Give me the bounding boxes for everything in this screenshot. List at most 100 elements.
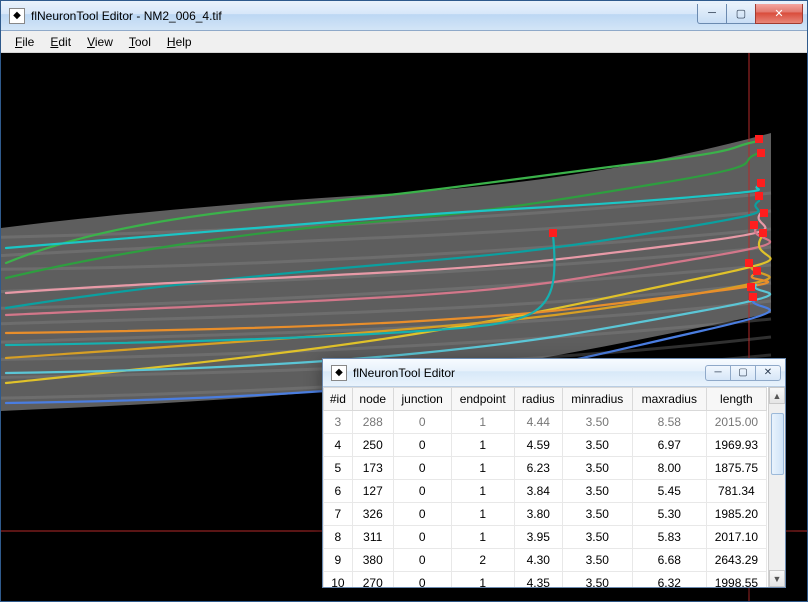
scroll-down-arrow[interactable]: ▼ [769,570,785,587]
table-cell: 270 [352,572,393,588]
table-cell: 8.58 [632,411,706,434]
main-titlebar[interactable]: ◆ flNeuronTool Editor - NM2_006_4.tif ─ … [1,1,807,31]
sub-window-title: flNeuronTool Editor [353,366,706,380]
table-row[interactable]: 6127013.843.505.45781.34 [324,480,767,503]
menubar: File Edit View Tool Help [1,31,807,53]
table-cell: 1 [451,572,514,588]
minimize-button[interactable]: ─ [697,4,727,24]
table-cell: 781.34 [706,480,766,503]
scroll-thumb[interactable] [771,413,784,475]
table-cell: 3.84 [514,480,562,503]
table-cell: 3.50 [562,572,632,588]
table-row[interactable]: 3288014.443.508.582015.00 [324,411,767,434]
column-header[interactable]: minradius [562,388,632,411]
table-cell: 380 [352,549,393,572]
table-cell: 0 [393,503,451,526]
table-cell: 1998.55 [706,572,766,588]
sub-minimize-button[interactable]: ─ [705,365,731,381]
table-cell: 2 [451,549,514,572]
column-header[interactable]: node [352,388,393,411]
table-cell: 5 [324,457,353,480]
table-cell: 1 [451,411,514,434]
menu-view[interactable]: View [79,33,121,51]
sub-close-button[interactable]: ✕ [755,365,781,381]
table-cell: 2643.29 [706,549,766,572]
table-cell: 326 [352,503,393,526]
table-cell: 4.44 [514,411,562,434]
column-header[interactable]: junction [393,388,451,411]
table-cell: 1 [451,457,514,480]
table-cell: 2017.10 [706,526,766,549]
table-cell: 1 [451,434,514,457]
table-cell: 5.45 [632,480,706,503]
table-row[interactable]: 8311013.953.505.832017.10 [324,526,767,549]
table-cell: 1 [451,526,514,549]
table-body: 3288014.443.508.582015.004250014.593.506… [324,411,767,588]
sub-titlebar[interactable]: ◆ flNeuronTool Editor ─ ▢ ✕ [323,359,785,387]
maximize-button[interactable]: ▢ [726,4,756,24]
menu-file[interactable]: File [7,33,42,51]
table-row[interactable]: 5173016.233.508.001875.75 [324,457,767,480]
table-cell: 0 [393,411,451,434]
close-button[interactable]: ✕ [755,4,803,24]
table-cell: 311 [352,526,393,549]
table-cell: 3.50 [562,480,632,503]
table-cell: 4.59 [514,434,562,457]
app-icon: ◆ [9,8,25,24]
neuron-table[interactable]: #idnodejunctionendpointradiusminradiusma… [323,387,767,587]
table-cell: 3.50 [562,549,632,572]
sub-maximize-button[interactable]: ▢ [730,365,756,381]
table-cell: 6 [324,480,353,503]
column-header[interactable]: length [706,388,766,411]
table-cell: 3.50 [562,526,632,549]
table-cell: 3 [324,411,353,434]
table-cell: 6.32 [632,572,706,588]
window-controls: ─ ▢ ✕ [698,4,803,24]
table-cell: 10 [324,572,353,588]
table-cell: 1985.20 [706,503,766,526]
vertical-scrollbar[interactable]: ▲ ▼ [768,387,785,587]
table-row[interactable]: 9380024.303.506.682643.29 [324,549,767,572]
table-header-row: #idnodejunctionendpointradiusminradiusma… [324,388,767,411]
table-cell: 0 [393,572,451,588]
table-cell: 4.30 [514,549,562,572]
scroll-up-arrow[interactable]: ▲ [769,387,785,404]
data-table-window[interactable]: ◆ flNeuronTool Editor ─ ▢ ✕ #idnodejunct… [322,358,786,588]
table-cell: 4.35 [514,572,562,588]
column-header[interactable]: radius [514,388,562,411]
table-cell: 0 [393,549,451,572]
menu-help[interactable]: Help [159,33,200,51]
table-cell: 9 [324,549,353,572]
table-cell: 3.50 [562,434,632,457]
table-row[interactable]: 7326013.803.505.301985.20 [324,503,767,526]
table-cell: 0 [393,526,451,549]
table-cell: 1969.93 [706,434,766,457]
app-icon: ◆ [331,365,347,381]
table-cell: 3.80 [514,503,562,526]
menu-edit[interactable]: Edit [42,33,79,51]
table-container: #idnodejunctionendpointradiusminradiusma… [323,387,785,587]
table-cell: 5.83 [632,526,706,549]
window-title: flNeuronTool Editor - NM2_006_4.tif [31,9,698,23]
table-cell: 173 [352,457,393,480]
table-row[interactable]: 10270014.353.506.321998.55 [324,572,767,588]
table-cell: 6.23 [514,457,562,480]
table-cell: 3.50 [562,503,632,526]
table-cell: 0 [393,480,451,503]
column-header[interactable]: maxradius [632,388,706,411]
table-cell: 127 [352,480,393,503]
table-cell: 1 [451,503,514,526]
column-header[interactable]: #id [324,388,353,411]
table-cell: 1875.75 [706,457,766,480]
table-cell: 250 [352,434,393,457]
table-cell: 6.97 [632,434,706,457]
table-row[interactable]: 4250014.593.506.971969.93 [324,434,767,457]
table-cell: 2015.00 [706,411,766,434]
menu-tool[interactable]: Tool [121,33,159,51]
table-cell: 3.50 [562,457,632,480]
column-header[interactable]: endpoint [451,388,514,411]
table-cell: 7 [324,503,353,526]
sub-window-controls: ─ ▢ ✕ [706,365,781,381]
table-cell: 0 [393,457,451,480]
table-cell: 5.30 [632,503,706,526]
